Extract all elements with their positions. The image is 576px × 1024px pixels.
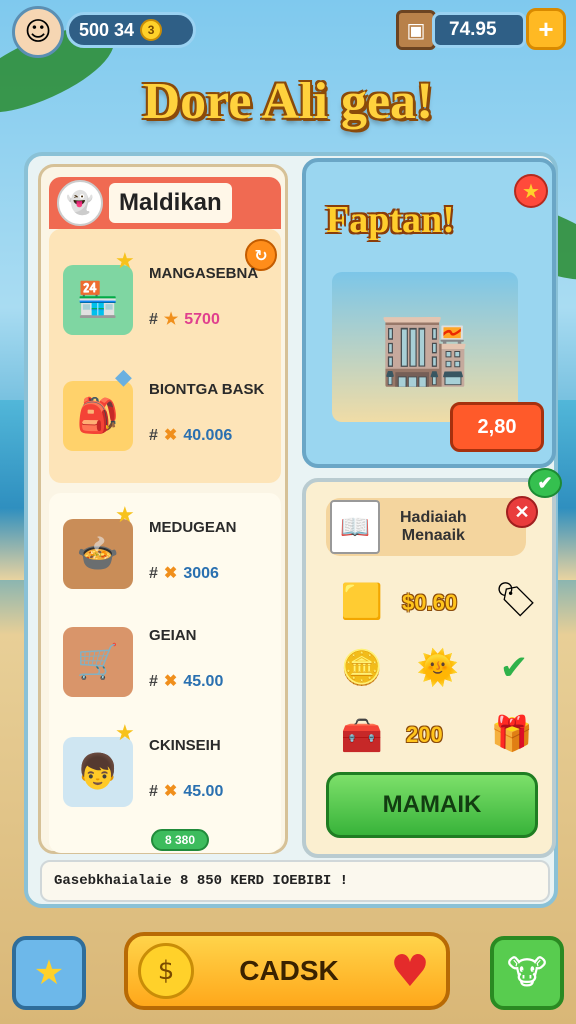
boy-character-icon: 👦 — [63, 737, 133, 807]
reward-value: $0.60 — [402, 590, 458, 615]
game-title: Dore Ali gea! — [142, 73, 434, 130]
star-icon: ★ — [115, 721, 135, 746]
shop-item-row[interactable]: 🍲 ★ MEDUGEAN # ✖ 3006 — [49, 497, 281, 609]
backpack-icon: 🎒 — [63, 381, 133, 451]
item-price-value: 45.00 — [183, 673, 224, 690]
coin-balance-value: 500 34 — [79, 19, 135, 40]
hash-label: # — [149, 565, 158, 582]
item-price-value: 3006 — [183, 565, 219, 582]
chest-icon[interactable]: ▣ — [396, 10, 436, 50]
sun-medal-icon: 🌞 — [416, 648, 460, 688]
ghost-mascot-icon: 👻 — [57, 180, 103, 226]
hash-label: # — [149, 427, 158, 444]
featured-offer-card[interactable]: Faptan! ★ 🏬 2,80 — [302, 158, 556, 468]
cooking-pot-icon: 🍲 — [63, 519, 133, 589]
item-price: # ✖ 45.00 — [149, 781, 223, 801]
shop-list-panel: 👻 Maldikan ↻ 🏪 ★ MANGASEBNA # ★ 5700 🎒 ◆ B… — [38, 164, 288, 854]
main-action-button[interactable]: $ CADSK ♥ — [124, 932, 450, 1010]
top-bar: ☺ 500 34 3 ▣ 74.95 + — [0, 0, 576, 64]
item-price-value: 40.006 — [183, 427, 233, 444]
rewards-header-line2: Menaaik — [401, 527, 465, 544]
shop-item-row[interactable]: 🛒 GEIAN # ✖ 45.00 — [49, 605, 281, 717]
star-small-icon: ★ — [163, 311, 179, 328]
hash-label: # — [149, 783, 158, 800]
item-price: # ✖ 3006 — [149, 563, 219, 583]
player-avatar[interactable]: ☺ — [12, 6, 64, 58]
hash-label: # — [149, 673, 158, 690]
pet-button[interactable]: 🐮 — [490, 936, 564, 1010]
coin-icon: 3 — [140, 19, 163, 41]
add-currency-button[interactable]: + — [526, 8, 566, 50]
item-name: MANGASEBNA — [149, 265, 259, 282]
item-price-value: 45.00 — [183, 783, 224, 800]
gold-tag-icon: 🏷 — [494, 580, 538, 620]
green-check-icon: ✔ — [499, 648, 529, 688]
shop-item-row[interactable]: 👦 ★ CKINSEIH # ✖ 45.00 — [49, 715, 281, 827]
coin-balance[interactable]: 500 34 3 — [66, 12, 196, 48]
plus-label: + — [538, 13, 554, 44]
cross-icon: ✖ — [163, 565, 178, 582]
favorites-button[interactable]: ★ — [12, 936, 86, 1010]
item-name: GEIAN — [149, 627, 197, 644]
shop-board: 👻 Maldikan ↻ 🏪 ★ MANGASEBNA # ★ 5700 🎒 ◆ B… — [24, 152, 562, 908]
shop-stall-icon: 🏪 — [63, 265, 133, 335]
item-price: # ✖ 40.006 — [149, 425, 232, 445]
rewards-header-label: Hadiaiah Menaaik — [400, 509, 467, 544]
star-icon: ★ — [115, 249, 135, 274]
check-icon[interactable]: ✔ — [528, 468, 562, 498]
chat-bubble-icon: ◆ — [115, 365, 132, 390]
item-name: MEDUGEAN — [149, 519, 237, 536]
shop-section-bottom: 🍲 ★ MEDUGEAN # ✖ 3006 🛒 GEIAN # ✖ 45.00 👦 ★ … — [49, 493, 281, 853]
cross-icon: ✖ — [163, 427, 178, 444]
hash-label: # — [149, 311, 158, 328]
shop-building-illustration: 🏬 — [332, 272, 518, 422]
claim-button[interactable]: MAMAIK — [326, 772, 538, 838]
shop-list-title: Maldikan — [109, 183, 232, 223]
gold-chest-icon: 🧰 — [340, 716, 384, 756]
item-price: # ✖ 45.00 — [149, 671, 223, 691]
gift-box-icon: 🎁 — [490, 714, 534, 754]
reward-value: 200 — [406, 722, 443, 747]
rewards-card: ✔ 📖 Hadiaiah Menaaik ✕ 🟨 $0.60 🏷 🪙 🌞 ✔ 🧰… — [302, 468, 562, 858]
item-price-value: 5700 — [184, 311, 220, 328]
gem-balance-value: 74.95 — [449, 19, 497, 40]
gem-balance: 74.95 — [432, 12, 526, 48]
cart-icon: 🛒 — [63, 627, 133, 697]
cross-icon: ✖ — [163, 783, 178, 800]
item-name: BIONTGA BASK — [149, 381, 265, 398]
featured-title: Faptan! — [326, 199, 455, 241]
close-icon[interactable]: ✕ — [506, 496, 538, 528]
bottom-bar: ★ $ CADSK ♥ 🐮 — [0, 928, 576, 1024]
item-price: # ★ 5700 — [149, 309, 220, 329]
featured-price-button[interactable]: 2,80 — [450, 402, 544, 452]
shop-item-row[interactable]: 🎒 ◆ BIONTGA BASK # ✖ 40.006 — [49, 359, 281, 471]
rewards-header-line1: Hadiaiah — [400, 509, 467, 527]
heart-icon: ♥ — [390, 945, 430, 997]
shop-section-top: ↻ 🏪 ★ MANGASEBNA # ★ 5700 🎒 ◆ BIONTGA BASK… — [49, 229, 281, 483]
gold-bar-icon: 🟨 — [340, 582, 384, 622]
gold-coin-icon: 🪙 — [340, 648, 384, 688]
book-icon: 📖 — [330, 500, 380, 554]
shop-list-header: 👻 Maldikan — [49, 177, 281, 229]
cross-icon: ✖ — [163, 673, 178, 690]
star-icon: ★ — [115, 503, 135, 528]
main-action-label: CADSK — [239, 955, 339, 986]
shop-item-row[interactable]: 🏪 ★ MANGASEBNA # ★ 5700 — [49, 243, 281, 355]
news-ticker: Gasebkhaialaie 8 850 KERD IOEBIBI ! — [40, 860, 550, 902]
item-name: CKINSEIH — [149, 737, 221, 754]
rewards-header: 📖 Hadiaiah Menaaik — [326, 498, 526, 556]
coin-count-badge: 3 — [147, 23, 155, 37]
coin-icon: $ — [138, 943, 194, 999]
green-count-badge: 8 380 — [151, 829, 209, 851]
star-badge-icon: ★ — [514, 174, 548, 208]
